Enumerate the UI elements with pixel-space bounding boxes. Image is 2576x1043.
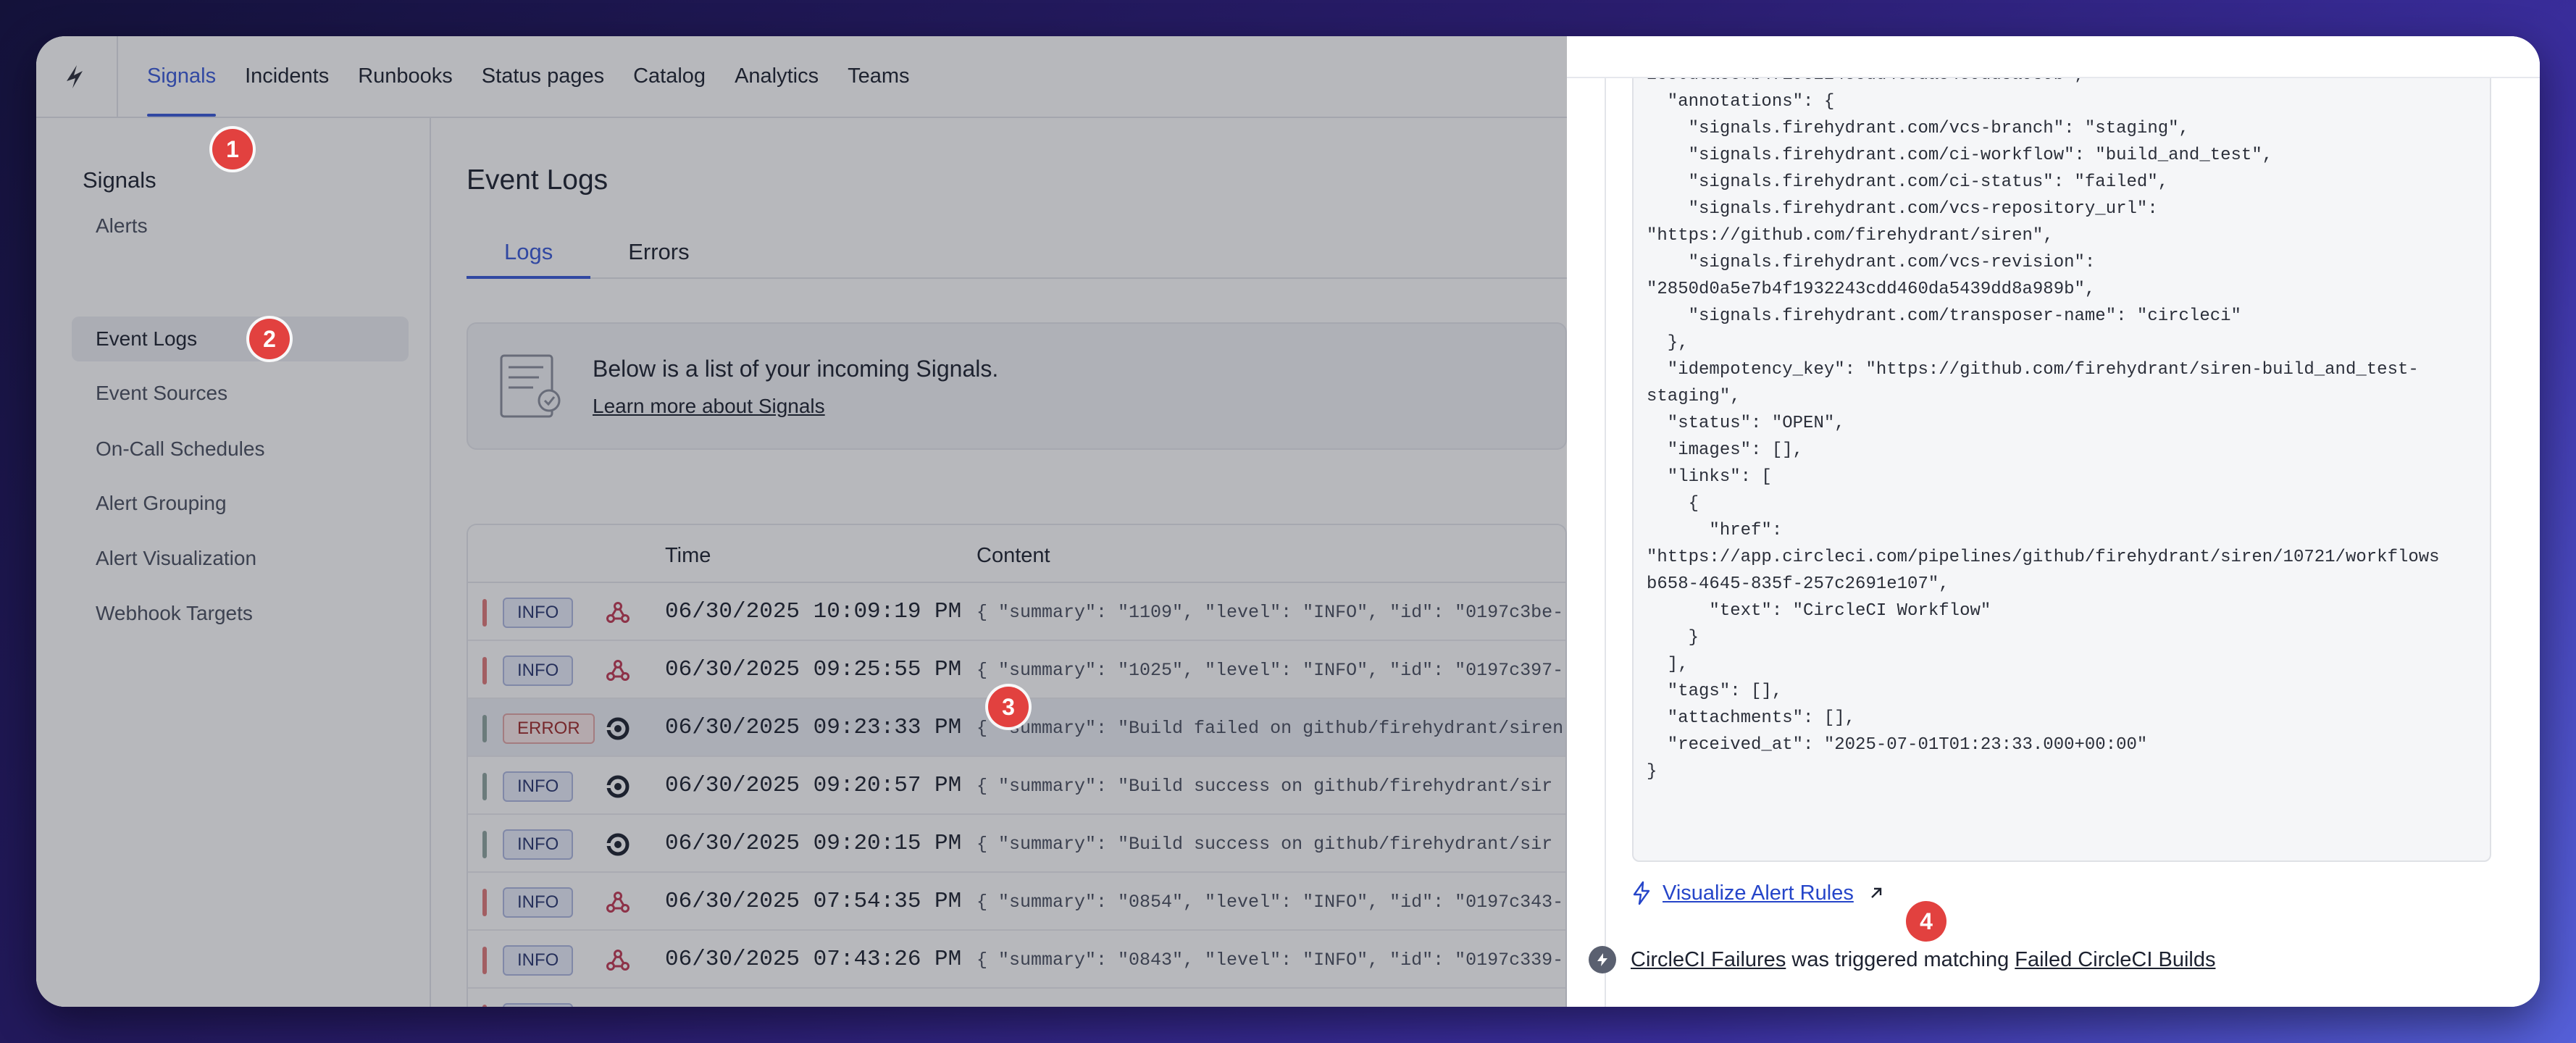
json-line: "href": xyxy=(1647,521,1783,540)
json-line: "received_at": "2025-07-01T01:23:33.000+… xyxy=(1647,735,2148,755)
json-payload-box: "body": "Branch staging, revision2850d0a… xyxy=(1632,36,2491,862)
json-line: "images": [], xyxy=(1647,440,1804,460)
json-line: }, xyxy=(1647,333,1689,353)
annotation-marker-3: 3 xyxy=(988,687,1029,727)
json-line: ], xyxy=(1647,655,1689,674)
modal-overlay[interactable] xyxy=(36,36,1567,1007)
json-line: { xyxy=(1647,494,1699,514)
trigger-text: was triggered matching xyxy=(1786,947,2015,971)
json-line: "links": [ xyxy=(1647,467,1772,487)
json-line: b658-4645-835f-257c2691e107", xyxy=(1647,574,1949,594)
json-line: "text": "CircleCI Workflow" xyxy=(1647,601,1991,621)
json-line: "signals.firehydrant.com/ci-workflow": "… xyxy=(1647,146,2273,165)
json-line: "signals.firehydrant.com/ci-status": "fa… xyxy=(1647,172,2169,192)
json-line: "signals.firehydrant.com/vcs-repository_… xyxy=(1647,199,2158,219)
annotation-marker-1: 1 xyxy=(212,129,253,169)
json-line: "tags": [], xyxy=(1647,682,1783,701)
alert-rule-link[interactable]: Failed CircleCI Builds xyxy=(2015,948,2215,972)
json-line: "signals.firehydrant.com/vcs-branch": "s… xyxy=(1647,119,2189,138)
lightning-icon xyxy=(1589,946,1616,973)
json-payload: "body": "Branch staging, revision2850d0a… xyxy=(1647,36,2440,785)
app-window: Signals Incidents Runbooks Status pages … xyxy=(36,36,2540,1007)
panel-top-bar xyxy=(1567,36,2540,78)
visualize-alert-rules-link[interactable]: Visualize Alert Rules xyxy=(1663,881,1854,905)
annotation-marker-4: 4 xyxy=(1906,901,1946,942)
json-line: "idempotency_key": "https://github.com/f… xyxy=(1647,360,2419,380)
json-line: "https://app.circleci.com/pipelines/gith… xyxy=(1647,548,2440,567)
json-line: "https://github.com/firehydrant/siren", xyxy=(1647,226,2054,246)
json-line: "status": "OPEN", xyxy=(1647,414,1845,433)
timeline-line xyxy=(1605,36,1606,1007)
json-line: "annotations": { xyxy=(1647,92,1835,112)
main-app: Signals Incidents Runbooks Status pages … xyxy=(36,36,1567,1007)
trigger-message: CircleCI Failures was triggered matching… xyxy=(1589,946,2215,973)
visualize-alert-rules-row: Visualize Alert Rules xyxy=(1631,881,1884,905)
alert-name-link[interactable]: CircleCI Failures xyxy=(1631,948,1786,972)
lightning-icon xyxy=(1633,881,1650,905)
json-line: "attachments": [], xyxy=(1647,708,1856,728)
json-line: "2850d0a5e7b4f1932243cdd460da5439dd8a989… xyxy=(1647,280,2096,299)
event-detail-panel: "body": "Branch staging, revision2850d0a… xyxy=(1567,36,2540,1007)
json-line: "signals.firehydrant.com/transposer-name… xyxy=(1647,306,2241,326)
annotation-marker-2: 2 xyxy=(249,319,290,359)
json-line: } xyxy=(1647,762,1657,782)
external-link-icon[interactable] xyxy=(1868,885,1884,901)
json-line: staging", xyxy=(1647,387,1741,406)
json-line: } xyxy=(1647,628,1699,648)
json-line: "signals.firehydrant.com/vcs-revision": xyxy=(1647,253,2096,272)
